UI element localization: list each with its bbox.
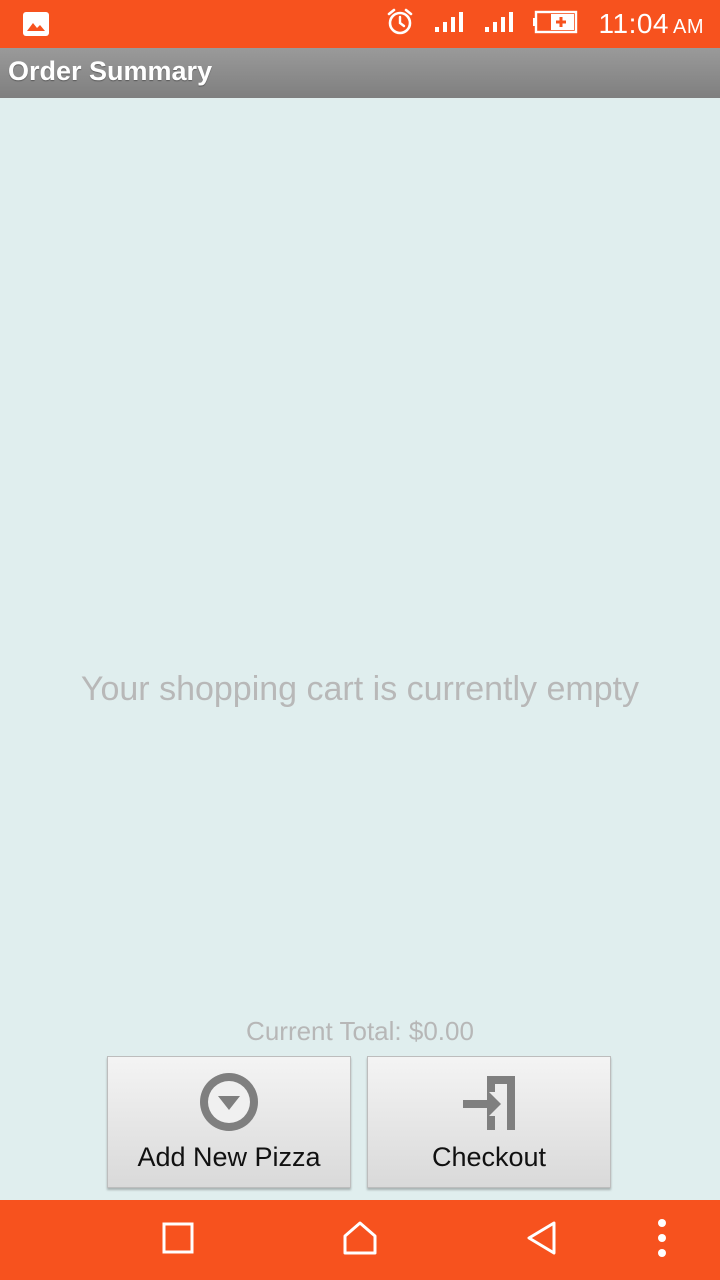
home-button[interactable] bbox=[320, 1200, 400, 1280]
status-bar: 11:04 AM bbox=[0, 0, 720, 48]
alarm-icon bbox=[385, 7, 415, 41]
current-total: Current Total: $0.00 bbox=[246, 1016, 474, 1046]
time-ampm: AM bbox=[673, 16, 704, 38]
back-icon bbox=[524, 1220, 560, 1260]
recents-icon bbox=[161, 1221, 195, 1259]
menu-icon bbox=[656, 1218, 668, 1262]
checkout-label: Checkout bbox=[431, 1142, 547, 1172]
overflow-menu-button[interactable] bbox=[640, 1200, 684, 1280]
page-title: Order Summary bbox=[8, 56, 213, 86]
home-icon bbox=[342, 1220, 378, 1260]
checkout-icon bbox=[457, 1070, 521, 1138]
order-summary-content: Your shopping cart is currently empty Cu… bbox=[0, 98, 720, 1200]
add-new-pizza-button[interactable]: Add New Pizza bbox=[107, 1056, 351, 1188]
checkout-button[interactable]: Checkout bbox=[367, 1056, 611, 1188]
battery-icon bbox=[532, 9, 581, 39]
title-bar: Order Summary bbox=[0, 48, 720, 99]
add-pizza-icon bbox=[197, 1070, 261, 1138]
navigation-bar bbox=[0, 1200, 720, 1280]
signal-icon bbox=[433, 10, 465, 38]
signal-icon bbox=[483, 10, 515, 38]
recents-button[interactable] bbox=[138, 1200, 218, 1280]
status-icons: 11:04 AM bbox=[385, 0, 705, 48]
image-icon bbox=[22, 11, 50, 37]
empty-cart-message: Your shopping cart is currently empty bbox=[80, 670, 640, 708]
back-button[interactable] bbox=[502, 1200, 582, 1280]
add-new-pizza-label: Add New Pizza bbox=[137, 1142, 321, 1172]
time-value: 11:04 bbox=[598, 8, 669, 39]
status-time: 11:04 AM bbox=[599, 8, 705, 40]
